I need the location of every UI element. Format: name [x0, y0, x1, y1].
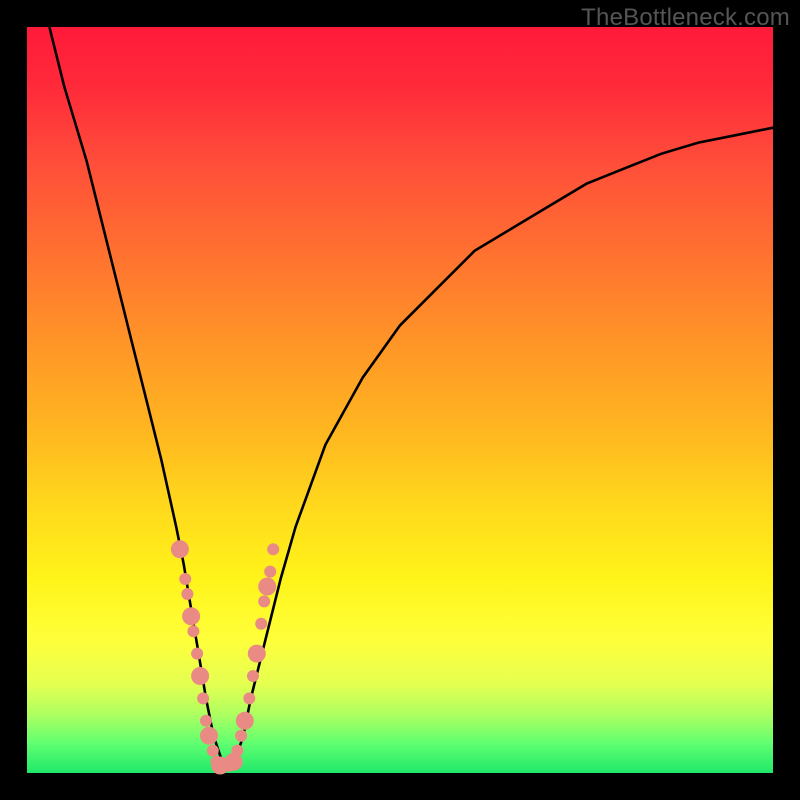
marker-dot — [207, 745, 219, 757]
marker-dot — [231, 745, 243, 757]
marker-dot — [258, 595, 270, 607]
marker-dot — [200, 715, 212, 727]
plot-area — [27, 27, 773, 773]
marker-dot — [171, 540, 189, 558]
marker-dot — [181, 588, 193, 600]
highlight-markers — [171, 540, 279, 774]
marker-dot — [243, 692, 255, 704]
marker-dot — [200, 727, 218, 745]
marker-dot — [264, 566, 276, 578]
watermark-text: TheBottleneck.com — [581, 4, 790, 32]
bottleneck-curve — [49, 27, 773, 766]
marker-dot — [191, 648, 203, 660]
marker-dot — [197, 692, 209, 704]
chart-svg — [27, 27, 773, 773]
chart-frame: TheBottleneck.com — [0, 0, 800, 800]
marker-dot — [247, 670, 259, 682]
marker-dot — [236, 712, 254, 730]
marker-dot — [258, 578, 276, 596]
marker-dot — [179, 573, 191, 585]
marker-dot — [187, 625, 199, 637]
marker-dot — [255, 618, 267, 630]
marker-dot — [182, 607, 200, 625]
marker-dot — [248, 645, 266, 663]
marker-dot — [267, 543, 279, 555]
marker-dot — [191, 667, 209, 685]
marker-dot — [235, 730, 247, 742]
